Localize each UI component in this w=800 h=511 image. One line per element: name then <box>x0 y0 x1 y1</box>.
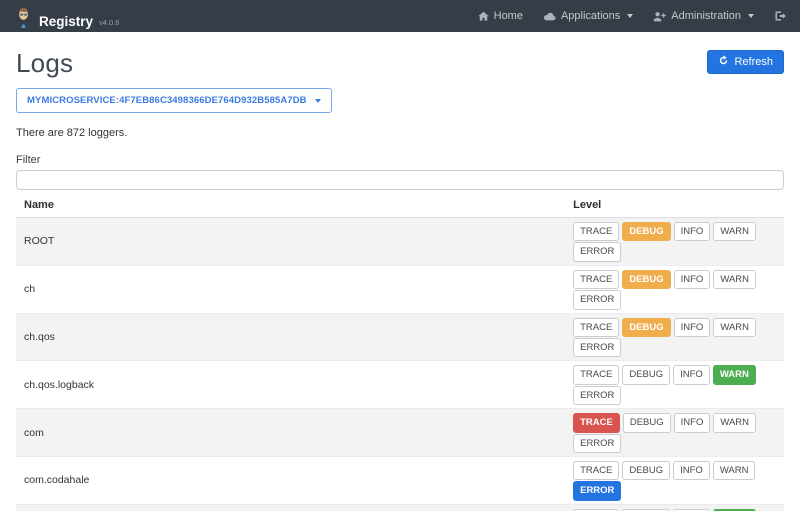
level-button-trace[interactable]: TRACE <box>573 461 619 480</box>
chevron-down-icon <box>748 14 754 18</box>
level-button-warn[interactable]: WARN <box>713 461 756 480</box>
level-button-trace[interactable]: TRACE <box>573 318 619 337</box>
level-buttons: TRACEDEBUGINFOWARNERROR <box>565 504 784 511</box>
logger-name: ch.qos <box>16 313 565 361</box>
level-button-info[interactable]: INFO <box>673 461 710 480</box>
loggers-count-text: There are 872 loggers. <box>16 127 784 139</box>
brand-version: v4.0.6 <box>99 18 119 29</box>
home-icon <box>478 11 489 22</box>
table-row: ROOT TRACEDEBUGINFOWARN ERROR <box>16 218 784 266</box>
loggers-table-body: ROOT TRACEDEBUGINFOWARNERROR ch TRACEDEB… <box>16 218 784 511</box>
logs-page: Logs Refresh MYMICROSERVICE:4F7EB86C3498… <box>0 48 800 511</box>
jhipster-logo-icon <box>14 6 33 28</box>
nav-administration-label: Administration <box>671 10 741 22</box>
level-buttons: TRACEDEBUGINFOWARN ERROR <box>565 265 784 313</box>
table-header-row: Name Level <box>16 192 784 218</box>
level-button-trace[interactable]: TRACE <box>573 270 619 289</box>
page-title: Logs <box>16 48 73 79</box>
level-button-trace[interactable]: TRACE <box>573 413 620 432</box>
logger-name: ch <box>16 265 565 313</box>
level-button-debug[interactable]: DEBUG <box>622 222 670 241</box>
table-row: ch TRACEDEBUGINFOWARN ERROR <box>16 265 784 313</box>
level-button-debug[interactable]: DEBUG <box>622 461 670 480</box>
table-row: ch.qos TRACEDEBUGINFOWARN ERROR <box>16 313 784 361</box>
level-buttons: TRACEDEBUGINFOWARN ERROR <box>565 456 784 504</box>
level-button-info[interactable]: INFO <box>674 222 711 241</box>
logger-name: com <box>16 409 565 457</box>
level-button-error[interactable]: ERROR <box>573 242 621 261</box>
filter-label: Filter <box>16 154 784 166</box>
level-button-warn[interactable]: WARN <box>713 365 756 384</box>
table-row: com.codahale.metrics TRACEDEBUGINFOWARNE… <box>16 504 784 511</box>
level-button-error[interactable]: ERROR <box>573 338 621 357</box>
filter-input[interactable] <box>16 170 784 190</box>
level-button-warn[interactable]: WARN <box>713 413 756 432</box>
nav-item-administration[interactable]: Administration <box>653 10 754 22</box>
level-button-info[interactable]: INFO <box>673 365 710 384</box>
level-button-warn[interactable]: WARN <box>713 318 756 337</box>
instance-selector-dropdown[interactable]: MYMICROSERVICE:4F7EB86C3498366DE764D932B… <box>16 88 332 113</box>
sign-out-button[interactable] <box>774 10 786 22</box>
level-buttons: TRACEDEBUGINFOWARN ERROR <box>565 361 784 409</box>
level-button-debug[interactable]: DEBUG <box>622 318 670 337</box>
user-plus-icon <box>653 11 666 22</box>
level-button-error[interactable]: ERROR <box>573 386 621 405</box>
nav-item-applications[interactable]: Applications <box>543 10 633 22</box>
nav-applications-label: Applications <box>561 10 620 22</box>
level-buttons: TRACEDEBUGINFOWARN ERROR <box>565 313 784 361</box>
level-button-warn[interactable]: WARN <box>713 222 756 241</box>
caret-down-icon <box>315 99 321 103</box>
table-row: com TRACEDEBUGINFOWARN ERROR <box>16 409 784 457</box>
refresh-label: Refresh <box>734 56 773 68</box>
top-navbar: Registry v4.0.6 Home Applications <box>0 0 800 32</box>
logger-name: com.codahale.metrics <box>16 504 565 511</box>
cloud-icon <box>543 11 556 22</box>
refresh-icon <box>718 55 729 69</box>
level-button-warn[interactable]: WARN <box>713 270 756 289</box>
table-row: com.codahale TRACEDEBUGINFOWARN ERROR <box>16 456 784 504</box>
level-button-trace[interactable]: TRACE <box>573 222 619 241</box>
level-button-error[interactable]: ERROR <box>573 481 621 500</box>
column-header-name: Name <box>16 192 565 218</box>
level-button-info[interactable]: INFO <box>674 318 711 337</box>
level-button-error[interactable]: ERROR <box>573 434 621 453</box>
nav-item-home[interactable]: Home <box>478 10 523 22</box>
level-button-trace[interactable]: TRACE <box>573 365 619 384</box>
refresh-button[interactable]: Refresh <box>707 50 784 74</box>
instance-selector-label: MYMICROSERVICE:4F7EB86C3498366DE764D932B… <box>27 95 307 106</box>
level-button-info[interactable]: INFO <box>674 270 711 289</box>
level-button-debug[interactable]: DEBUG <box>622 270 670 289</box>
level-button-debug[interactable]: DEBUG <box>622 365 670 384</box>
nav-home-label: Home <box>494 10 523 22</box>
level-buttons: TRACEDEBUGINFOWARN ERROR <box>565 409 784 457</box>
logger-name: com.codahale <box>16 456 565 504</box>
sign-out-icon <box>774 10 786 22</box>
level-buttons: TRACEDEBUGINFOWARN ERROR <box>565 218 784 266</box>
brand-name: Registry <box>39 15 93 29</box>
column-header-level: Level <box>565 192 784 218</box>
brand-link[interactable]: Registry v4.0.6 <box>14 4 119 28</box>
nav-menu: Home Applications Administration <box>478 10 786 22</box>
level-button-debug[interactable]: DEBUG <box>623 413 671 432</box>
level-button-info[interactable]: INFO <box>674 413 711 432</box>
logger-name: ROOT <box>16 218 565 266</box>
chevron-down-icon <box>627 14 633 18</box>
logger-name: ch.qos.logback <box>16 361 565 409</box>
table-row: ch.qos.logback TRACEDEBUGINFOWARN ERROR <box>16 361 784 409</box>
loggers-table: Name Level ROOT TRACEDEBUGINFOWARNERROR … <box>16 192 784 511</box>
level-button-error[interactable]: ERROR <box>573 290 621 309</box>
